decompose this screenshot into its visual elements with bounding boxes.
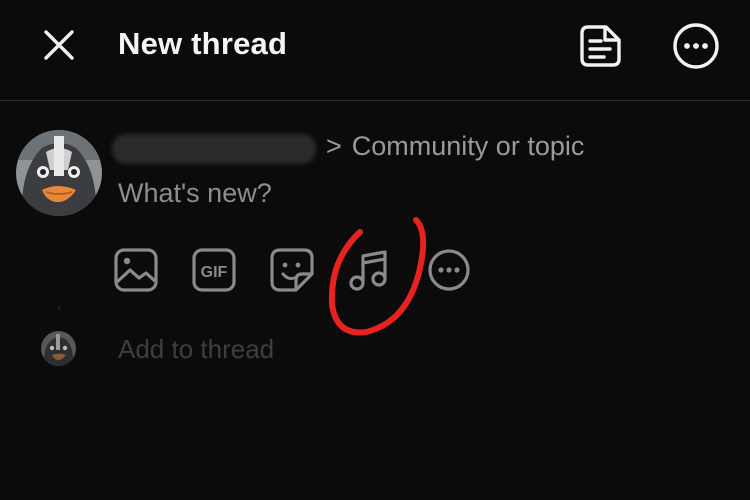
header-divider [0,100,750,101]
music-note-icon [349,250,387,291]
sticker-icon [270,248,314,292]
more-icon [428,249,470,291]
topic-selector[interactable]: > Community or topic [326,131,584,162]
drafts-icon [580,25,621,67]
attach-sticker-button[interactable] [268,246,316,294]
attach-gif-button[interactable]: GIF [190,246,238,294]
attach-music-button[interactable] [346,246,394,294]
post-text-input[interactable]: What's new? [118,178,272,209]
penguin-avatar-small-icon [41,331,76,366]
add-to-thread-input[interactable]: Add to thread [118,334,274,365]
chevron-right-icon: > [326,131,342,161]
more-options-icon [673,23,719,69]
username-redacted [112,134,316,164]
gif-label: GIF [201,264,228,281]
topic-placeholder: Community or topic [351,131,585,161]
attach-image-button[interactable] [112,246,160,294]
image-icon [114,248,158,292]
attach-more-button[interactable] [425,246,473,294]
top-bar: New thread [0,0,750,100]
close-icon [44,30,74,60]
close-button[interactable] [40,26,78,64]
gif-icon: GIF [192,248,236,292]
page-title: New thread [118,26,288,61]
more-options-button[interactable] [670,20,722,72]
avatar-small [41,331,76,366]
drafts-button[interactable] [576,20,628,72]
avatar[interactable] [16,130,102,216]
thread-connector [58,306,60,310]
penguin-avatar-icon [16,130,102,216]
